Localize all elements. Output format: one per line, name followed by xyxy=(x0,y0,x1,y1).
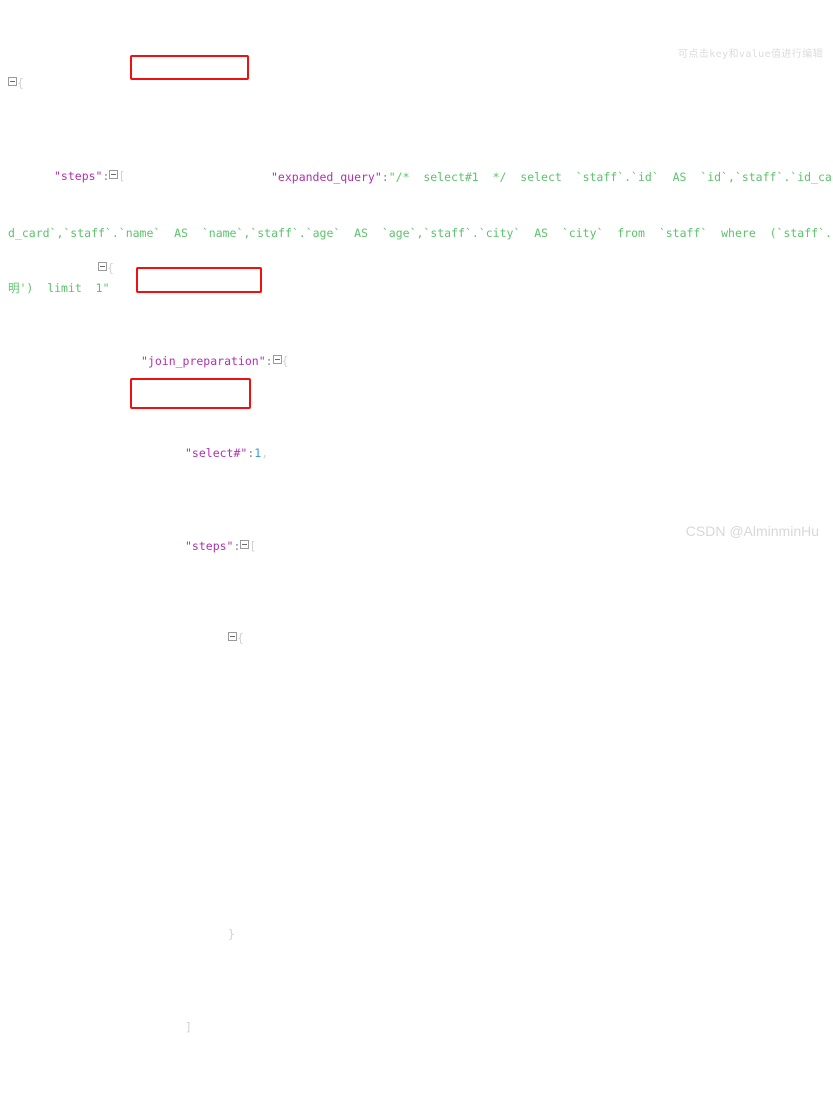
expanded-query-value-part-2[interactable]: d_card`,`staff`.`name` AS `name`,`staff`… xyxy=(8,226,833,240)
collapse-toggle-join-preparation[interactable] xyxy=(272,354,282,364)
tree-line-jp-steps-close: ] xyxy=(0,1018,833,1037)
watermark-text: CSDN @AlminminHu xyxy=(685,523,819,539)
join-preparation-brace-open: { xyxy=(281,353,289,368)
jp-step0-brace-open: { xyxy=(237,631,244,645)
jp-step0-brace-close: } xyxy=(228,927,235,941)
expanded-query-line-3: 明') limit 1" xyxy=(0,279,833,298)
expanded-query-block: "expanded_query":"/* select#1 */ select … xyxy=(0,131,833,316)
colon-join-preparation: : xyxy=(265,353,273,368)
comma-jp-select: , xyxy=(261,446,269,460)
expanded-query-line-2: d_card`,`staff`.`name` AS `name`,`staff`… xyxy=(0,224,833,243)
key-jp-steps[interactable]: "steps" xyxy=(185,539,233,553)
tree-line-jp-select: "select#":1, xyxy=(0,444,833,463)
expanded-query-value-part-3[interactable]: 明') limit 1" xyxy=(8,281,110,295)
expanded-query-value-part-1[interactable]: "/* select#1 */ select `staff`.`id` AS `… xyxy=(389,170,833,184)
tree-line-jp-step0-open: { xyxy=(0,629,833,648)
tree-line-root-open: { xyxy=(0,74,833,93)
tree-line-sql-spacer-2 xyxy=(0,777,833,796)
key-join-preparation[interactable]: "join_preparation" xyxy=(141,354,266,368)
colon-jp-steps: : xyxy=(233,538,241,553)
root-brace-open: { xyxy=(17,76,24,90)
jp-steps-bracket-close: ] xyxy=(185,1019,192,1034)
tree-line-join-preparation: "join_preparation": { xyxy=(0,352,833,371)
colon-expanded-query: : xyxy=(381,170,389,184)
collapse-toggle-root[interactable] xyxy=(8,77,17,86)
expanded-query-line-1: "expanded_query":"/* select#1 */ select … xyxy=(0,168,833,187)
tree-line-jp-steps: "steps": [ xyxy=(0,537,833,556)
edit-hint-note: 可点击key和value值进行编辑 xyxy=(678,49,823,60)
collapse-toggle-jp-steps[interactable] xyxy=(240,539,250,549)
key-expanded-query[interactable]: "expanded_query" xyxy=(271,170,382,184)
jp-steps-bracket-open: [ xyxy=(249,538,257,553)
tree-line-sql-spacer-3 xyxy=(0,833,833,852)
key-jp-select[interactable]: "select#" xyxy=(185,446,247,460)
tree-line-jp-step0-close: } xyxy=(0,925,833,944)
collapse-toggle-jp-step0[interactable] xyxy=(228,632,237,641)
tree-line-sql-spacer-1 xyxy=(0,722,833,741)
